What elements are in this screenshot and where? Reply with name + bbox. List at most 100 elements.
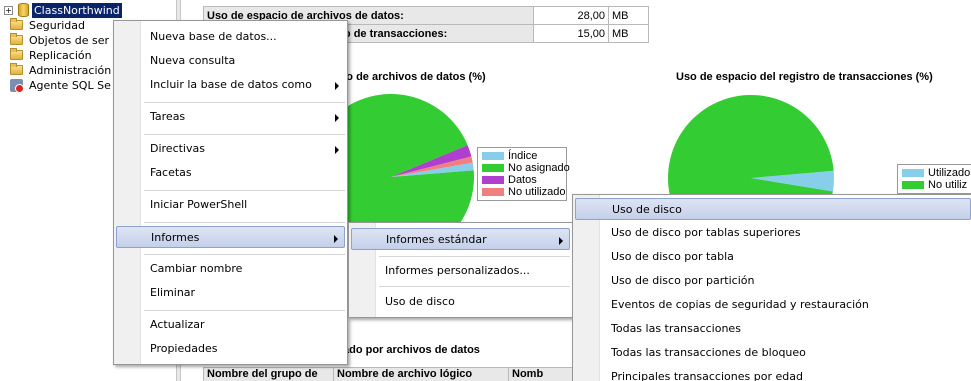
menu-item-std-transacciones-bloqueo[interactable]: Todas las transacciones de bloqueo xyxy=(575,342,969,364)
folder-icon xyxy=(10,48,23,60)
expand-icon[interactable]: + xyxy=(4,6,13,15)
menu-item-facetas[interactable]: Facetas xyxy=(116,162,345,184)
menu-gutter xyxy=(114,21,141,364)
menu-item-informes[interactable]: Informes xyxy=(116,226,345,248)
menu-item-incluir-como[interactable]: Incluir la base de datos como xyxy=(116,74,345,96)
menu-item-std-tablas-superiores[interactable]: Uso de disco por tablas superiores xyxy=(575,222,969,244)
menu-item-label: Eventos de copias de seguridad y restaur… xyxy=(611,298,869,311)
menu-separator xyxy=(144,102,345,103)
folder-icon xyxy=(10,63,23,75)
submenu-informes: Informes estándar Informes personalizado… xyxy=(348,222,573,318)
menu-item-informes-estandar[interactable]: Informes estándar xyxy=(351,228,570,250)
menu-separator xyxy=(144,134,345,135)
tree-node-label[interactable]: Seguridad xyxy=(29,18,85,33)
menu-item-label: Facetas xyxy=(150,166,192,179)
menu-separator xyxy=(379,286,570,287)
menu-separator xyxy=(144,190,345,191)
legend-swatch xyxy=(482,152,504,160)
menu-separator xyxy=(144,310,345,311)
tree-node-database[interactable]: + ClassNorthwind xyxy=(0,3,178,18)
column-header[interactable]: Nombre de archivo lógico xyxy=(333,367,509,381)
menu-separator xyxy=(144,222,345,223)
legend-label: Datos xyxy=(508,174,537,186)
legend-label: Índice xyxy=(508,150,538,162)
menu-item-label: Uso de disco por tabla xyxy=(611,250,734,263)
filegroup-table-header: Nombre del grupo de Nombre de archivo ló… xyxy=(203,367,589,381)
menu-item-std-por-particion[interactable]: Uso de disco por partición xyxy=(575,270,969,292)
menu-item-label: Iniciar PowerShell xyxy=(150,198,248,211)
submenu-arrow-icon xyxy=(334,235,338,243)
menu-item-label: Informes estándar xyxy=(386,233,487,246)
tree-node-label[interactable]: Agente SQL Se xyxy=(29,78,111,93)
legend-data-files: Índice No asignado Datos No utilizado xyxy=(477,147,570,201)
menu-item-label: Propiedades xyxy=(150,342,218,355)
menu-item-label: Nueva base de datos... xyxy=(150,30,277,43)
menu-item-directivas[interactable]: Directivas xyxy=(116,138,345,160)
menu-item-informes-personalizados[interactable]: Informes personalizados... xyxy=(351,260,570,282)
summary-unit: MB xyxy=(608,24,649,43)
menu-item-uso-de-disco[interactable]: Uso de disco xyxy=(351,291,570,313)
menu-item-label: Informes xyxy=(151,231,200,244)
folder-icon xyxy=(10,18,23,30)
menu-item-std-por-tabla[interactable]: Uso de disco por tabla xyxy=(575,246,969,268)
menu-item-nueva-consulta[interactable]: Nueva consulta xyxy=(116,50,345,72)
menu-item-cambiar-nombre[interactable]: Cambiar nombre xyxy=(116,258,345,280)
menu-item-label: Eliminar xyxy=(150,286,196,299)
menu-item-iniciar-powershell[interactable]: Iniciar PowerShell xyxy=(116,194,345,216)
legend-swatch xyxy=(482,164,504,172)
table-row: Nombre del grupo de Nombre de archivo ló… xyxy=(203,367,589,381)
context-menu-database: Nueva base de datos... Nueva consulta In… xyxy=(113,20,348,365)
submenu-arrow-icon xyxy=(335,114,339,122)
menu-item-label: Cambiar nombre xyxy=(150,262,243,275)
legend-item: No asignado xyxy=(482,162,570,174)
menu-separator xyxy=(144,254,345,255)
legend-label: No asignado xyxy=(508,162,570,174)
menu-item-label: Principales transacciones por edad xyxy=(611,370,803,381)
menu-item-std-copias-seguridad[interactable]: Eventos de copias de seguridad y restaur… xyxy=(575,294,969,316)
section-title-filegroups: ado por archivos de datos xyxy=(343,344,480,356)
legend-swatch xyxy=(482,188,504,196)
submenu-informes-estandar: Uso de disco Uso de disco por tablas sup… xyxy=(572,194,971,381)
menu-item-std-todas-transacciones[interactable]: Todas las transacciones xyxy=(575,318,969,340)
tree-node-label[interactable]: Administración xyxy=(29,63,111,78)
menu-item-tareas[interactable]: Tareas xyxy=(116,106,345,128)
legend-label: Utilizado xyxy=(928,167,971,179)
menu-item-std-principales-transacciones[interactable]: Principales transacciones por edad xyxy=(575,366,969,381)
menu-item-label: Incluir la base de datos como xyxy=(150,78,312,91)
menu-separator xyxy=(379,256,570,257)
menu-item-eliminar[interactable]: Eliminar xyxy=(116,282,345,304)
menu-item-actualizar[interactable]: Actualizar xyxy=(116,314,345,336)
submenu-arrow-icon xyxy=(559,237,563,245)
menu-item-std-uso-de-disco[interactable]: Uso de disco xyxy=(575,198,971,220)
menu-item-nueva-base-de-datos[interactable]: Nueva base de datos... xyxy=(116,26,345,48)
chart-title-data-files: acio de archivos de datos (%) xyxy=(331,71,486,83)
tree-node-label[interactable]: Objetos de ser xyxy=(29,33,109,48)
menu-item-label: Tareas xyxy=(150,110,186,123)
legend-item: Datos xyxy=(482,174,562,186)
summary-value: 15,00 xyxy=(533,24,609,43)
legend-log: Utilizado No utiliz xyxy=(897,164,971,194)
legend-item: Índice xyxy=(482,150,562,162)
legend-item: Utilizado xyxy=(902,167,971,179)
chart-title-log: Uso de espacio del registro de transacci… xyxy=(676,71,933,83)
sql-agent-icon xyxy=(10,79,24,93)
column-header[interactable]: Nombre del grupo de xyxy=(203,367,334,381)
legend-swatch xyxy=(482,176,504,184)
menu-item-label: Nueva consulta xyxy=(150,54,236,67)
database-icon xyxy=(18,3,29,17)
menu-item-propiedades[interactable]: Propiedades xyxy=(116,338,345,360)
tree-node-label[interactable]: Replicación xyxy=(29,48,92,63)
folder-icon xyxy=(10,33,23,45)
menu-item-label: Uso de disco por partición xyxy=(611,274,755,287)
menu-item-label: Uso de disco xyxy=(612,203,682,216)
menu-item-label: Todas las transacciones xyxy=(611,322,741,335)
menu-item-label: Actualizar xyxy=(150,318,205,331)
menu-item-label: Directivas xyxy=(150,142,205,155)
tree-node-label[interactable]: ClassNorthwind xyxy=(32,3,122,18)
summary-value: 28,00 xyxy=(533,6,609,25)
menu-item-label: Informes personalizados... xyxy=(385,264,530,277)
menu-item-label: Uso de disco por tablas superiores xyxy=(611,226,801,239)
submenu-arrow-icon xyxy=(335,146,339,154)
submenu-arrow-icon xyxy=(335,82,339,90)
legend-label: No utilizado xyxy=(508,186,566,198)
